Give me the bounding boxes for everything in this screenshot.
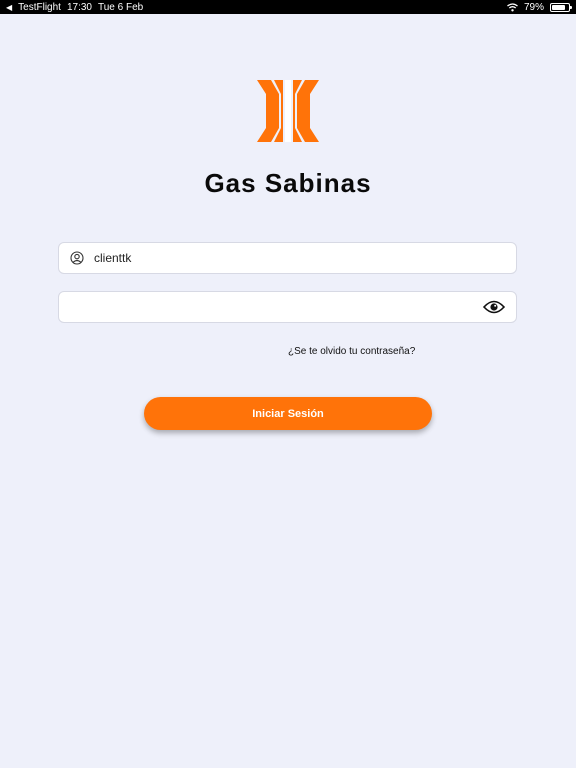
battery-icon <box>550 2 572 12</box>
username-field[interactable] <box>58 242 517 274</box>
username-input[interactable] <box>92 242 516 274</box>
gas-sabinas-logo <box>257 80 319 142</box>
wifi-icon <box>507 2 518 11</box>
forgot-password-link[interactable]: ¿Se te olvido tu contraseña? <box>288 346 415 357</box>
password-field[interactable] <box>58 291 517 323</box>
user-circle-icon <box>70 251 84 265</box>
back-arrow-icon[interactable]: ◀ <box>6 3 12 12</box>
status-right: 79% <box>507 1 572 13</box>
login-button[interactable]: Iniciar Sesión <box>144 397 432 430</box>
status-left: ◀ TestFlight 17:30 Tue 6 Feb <box>6 2 143 13</box>
battery-level <box>552 4 565 10</box>
eye-icon[interactable] <box>483 300 505 314</box>
battery-percent: 79% <box>523 1 544 13</box>
back-app-label[interactable]: TestFlight <box>18 2 61 13</box>
status-bar: ◀ TestFlight 17:30 Tue 6 Feb 79% <box>0 0 576 14</box>
status-date: Tue 6 Feb <box>97 1 144 13</box>
password-input[interactable] <box>67 291 483 323</box>
app-title: Gas Sabinas <box>204 168 372 198</box>
status-time: 17:30 <box>66 1 92 13</box>
